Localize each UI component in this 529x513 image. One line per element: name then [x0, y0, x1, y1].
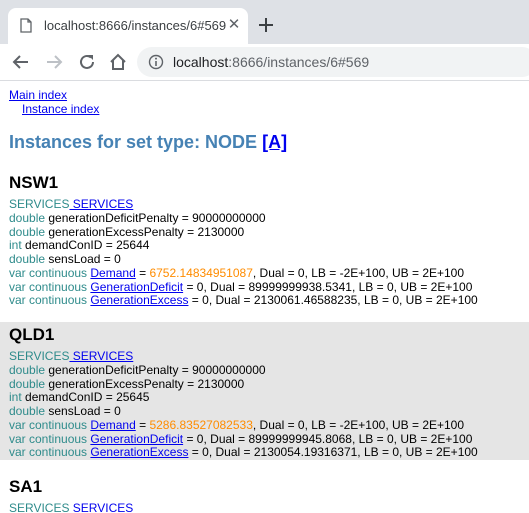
tab-strip: localhost:8666/instances/6#569 ✕ [0, 0, 529, 44]
var-rest: , Dual = 89999999945.8068, LB = 0, UB = … [203, 431, 473, 446]
node-name: SA1 [9, 477, 43, 496]
var-eq: = [183, 279, 197, 294]
var-link-generation-excess[interactable]: GenerationExcess [90, 445, 188, 459]
param-line: int demandConID = 25644 [9, 238, 529, 253]
var-link-generation-excess[interactable]: GenerationExcess [90, 293, 188, 307]
services-link[interactable]: SERVICES [69, 501, 133, 513]
param-line: double generationDeficitPenalty = 900000… [9, 362, 529, 378]
var-rest: , Dual = 89999999938.5341, LB = 0, UB = … [203, 279, 473, 294]
arrow-back-icon[interactable] [10, 51, 32, 73]
services-line: SERVICES SERVICES [9, 197, 529, 212]
var-keyword: var continuous [9, 293, 88, 308]
var-rest: , Dual = 0, LB = -2E+100, UB = 2E+100 [252, 265, 465, 280]
type-keyword: double [9, 252, 46, 266]
var-keyword: var continuous [9, 417, 88, 432]
title-a-link[interactable]: [A] [262, 132, 287, 152]
param-text: sensLoad = 0 [45, 404, 121, 418]
browser-toolbar: localhost:8666/instances/6#569 [0, 44, 529, 81]
var-link-generation-deficit[interactable]: GenerationDeficit [90, 432, 183, 446]
url-path: :8666/instances/6#569 [228, 54, 370, 70]
arrow-forward-icon[interactable] [43, 51, 65, 73]
param-line: double generationExcessPenalty = 2130000 [9, 376, 529, 392]
var-eq: = [188, 293, 203, 308]
close-icon[interactable]: ✕ [226, 17, 242, 33]
main-index-link[interactable]: Main index [9, 88, 67, 102]
param-text: sensLoad = 0 [45, 252, 121, 266]
var-rest: , Dual = 2130054.19316371, LB = 0, UB = … [208, 445, 478, 460]
var-keyword: var continuous [9, 279, 88, 294]
plus-icon[interactable] [254, 13, 278, 37]
param-text: generationExcessPenalty = 2130000 [45, 376, 245, 391]
node-section-nsw1: NSW1 SERVICES SERVICES double generation… [0, 170, 529, 308]
services-line: SERVICES SERVICES [9, 349, 529, 364]
browser-tab[interactable]: localhost:8666/instances/6#569 ✕ [8, 8, 248, 44]
services-link[interactable]: SERVICES [69, 197, 133, 211]
param-text: generationDeficitPenalty = 90000000000 [45, 210, 266, 225]
var-value: 0 [202, 293, 209, 308]
tab-title: localhost:8666/instances/6#569 [44, 18, 227, 33]
type-keyword: double [9, 210, 46, 225]
param-text: demandConID = 25645 [21, 390, 150, 405]
services-link[interactable]: SERVICES [69, 349, 133, 363]
url-host: localhost [173, 54, 229, 70]
var-rest: , Dual = 0, LB = -2E+100, UB = 2E+100 [252, 417, 465, 432]
var-line: var continuous Demand = 5286.83527082533… [9, 417, 529, 433]
var-keyword: var continuous [9, 445, 88, 460]
var-link-demand[interactable]: Demand [90, 418, 135, 432]
services-keyword: SERVICES [9, 197, 70, 211]
type-keyword: int [9, 238, 22, 253]
var-line: var continuous Demand = 6752.14834951087… [9, 265, 529, 281]
services-keyword: SERVICES [9, 349, 70, 363]
url-text[interactable]: localhost:8666/instances/6#569 [173, 54, 369, 70]
page-title-text: Instances for set type: NODE [9, 132, 258, 152]
reload-icon[interactable] [76, 51, 98, 73]
node-name: NSW1 [9, 173, 59, 192]
type-keyword: double [9, 376, 46, 391]
var-eq: = [188, 445, 203, 460]
services-line: SERVICES SERVICES [9, 501, 529, 513]
node-name: QLD1 [9, 325, 55, 344]
param-text: demandConID = 25644 [21, 238, 150, 253]
var-line: var continuous GenerationExcess = 0, Dua… [9, 445, 529, 460]
var-line: var continuous GenerationExcess = 0, Dua… [9, 293, 529, 308]
var-keyword: var continuous [9, 265, 88, 280]
services-keyword: SERVICES [9, 501, 70, 513]
instance-index-link[interactable]: Instance index [22, 102, 99, 116]
param-line: double sensLoad = 0 [9, 252, 529, 267]
var-value: 5286.83527082533 [149, 417, 253, 432]
var-link-generation-deficit[interactable]: GenerationDeficit [90, 280, 183, 294]
type-keyword: int [9, 390, 22, 405]
var-line: var continuous GenerationDeficit = 0, Du… [9, 431, 529, 447]
var-eq: = [135, 265, 150, 280]
param-text: generationExcessPenalty = 2130000 [45, 224, 245, 239]
info-icon[interactable] [148, 54, 164, 70]
param-line: double generationExcessPenalty = 2130000 [9, 224, 529, 240]
var-value: 0 [202, 445, 209, 460]
var-rest: , Dual = 2130061.46588235, LB = 0, UB = … [208, 293, 478, 308]
var-value: 6752.14834951087 [149, 265, 253, 280]
home-icon[interactable] [107, 51, 129, 73]
address-bar[interactable]: localhost:8666/instances/6#569 [137, 47, 529, 77]
type-keyword: double [9, 362, 46, 377]
node-section-sa1: SA1 SERVICES SERVICES [0, 474, 529, 513]
page-title: Instances for set type: NODE [A] [9, 132, 287, 153]
param-line: int demandConID = 25645 [9, 390, 529, 405]
page-content: Main index Instance index Instances for … [0, 82, 529, 513]
node-section-qld1: QLD1 SERVICES SERVICES double generation… [0, 322, 529, 460]
var-eq: = [183, 431, 197, 446]
var-eq: = [135, 417, 150, 432]
breadcrumb: Main index Instance index [9, 88, 99, 116]
var-keyword: var continuous [9, 431, 88, 446]
var-line: var continuous GenerationDeficit = 0, Du… [9, 279, 529, 295]
param-line: double generationDeficitPenalty = 900000… [9, 210, 529, 226]
page-favicon-icon [20, 18, 32, 33]
var-link-demand[interactable]: Demand [90, 266, 135, 280]
param-line: double sensLoad = 0 [9, 404, 529, 419]
type-keyword: double [9, 224, 46, 239]
type-keyword: double [9, 404, 46, 418]
param-text: generationDeficitPenalty = 90000000000 [45, 362, 266, 377]
